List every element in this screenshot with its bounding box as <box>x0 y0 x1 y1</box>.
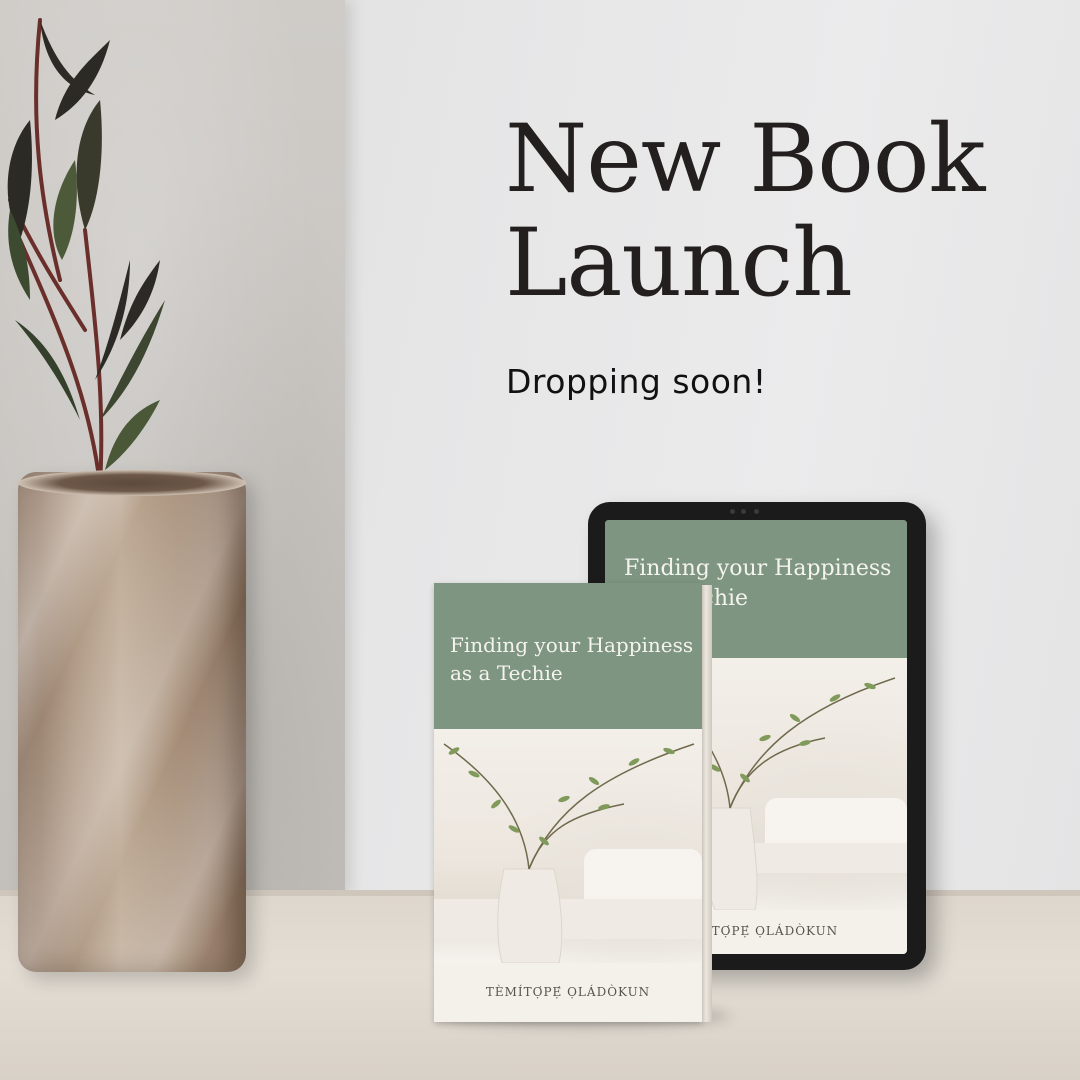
book-author-name: TÈMÍTỌ́PẸ́ ỌLÁDÒKUN <box>485 985 651 999</box>
book-cover-photo <box>434 729 702 963</box>
book-title-line-1: Finding your Happiness <box>450 633 694 657</box>
book-title-line-2: as a Techie <box>450 661 563 685</box>
promo-graphic: New Book Launch Dropping soon! Finding y… <box>0 0 1080 1080</box>
headline-line-1: New Book <box>505 105 985 214</box>
subtitle: Dropping soon! <box>506 362 767 401</box>
book-cover-title: Finding your Happiness as a Techie <box>450 631 693 687</box>
plant-illustration <box>7 18 165 487</box>
paperback-book: Finding your Happiness as a Techie TÈMÍT… <box>434 583 702 1022</box>
headline: New Book Launch <box>505 105 985 318</box>
marble-vase <box>18 472 246 972</box>
headline-line-2: Launch <box>505 209 853 318</box>
book-cover-band: Finding your Happiness as a Techie <box>434 583 702 729</box>
vase-rim <box>18 470 246 496</box>
tablet-camera <box>730 509 760 515</box>
book-author-bar: TÈMÍTỌ́PẸ́ ỌLÁDÒKUN <box>434 963 702 1022</box>
